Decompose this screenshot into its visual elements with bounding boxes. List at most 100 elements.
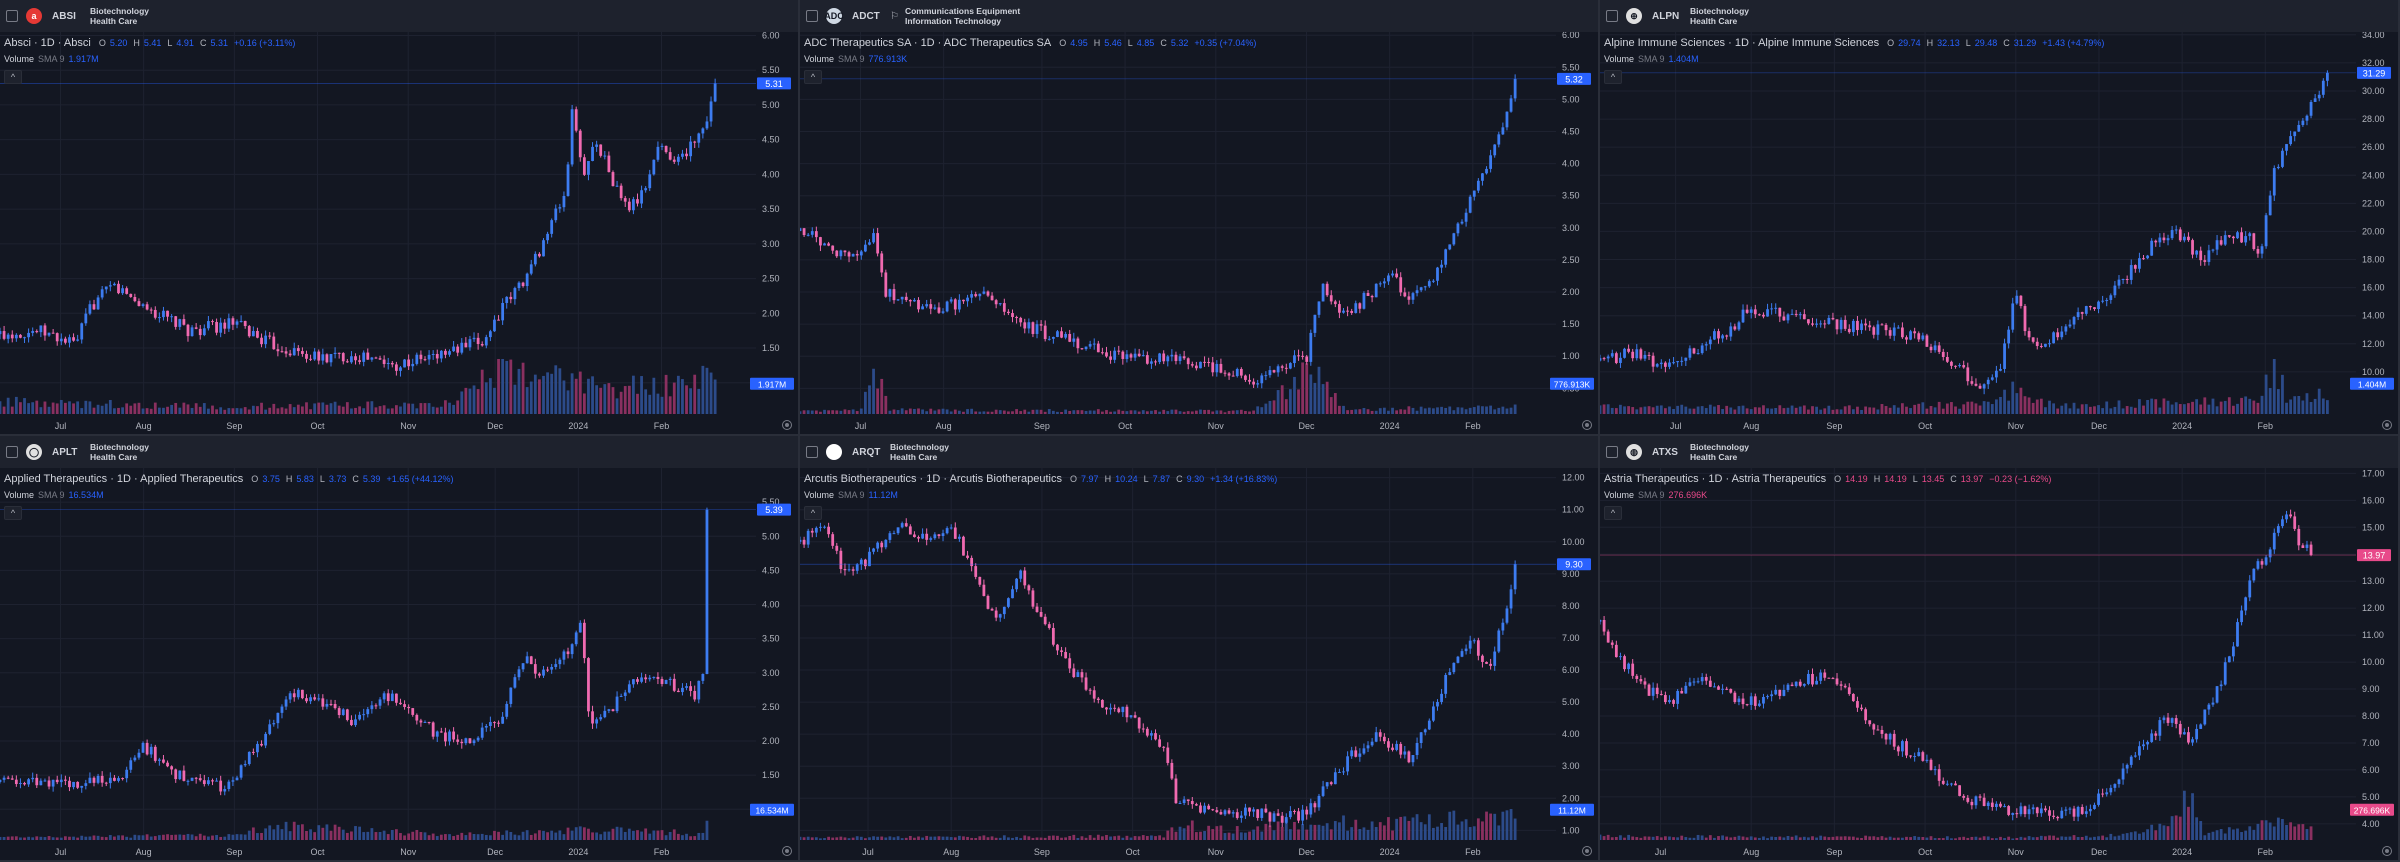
volume-bar (1154, 836, 1157, 840)
chart-pane-absi[interactable]: aABSIBiotechnologyHealth Care1.001.502.0… (0, 0, 800, 436)
candle-body (2060, 331, 2064, 338)
y-tick-label: 5.00 (1562, 697, 1580, 707)
candle-body (1770, 694, 1774, 697)
volume-bar (1423, 824, 1427, 840)
price-chart[interactable]: 1.001.502.002.503.003.504.004.505.005.50… (0, 468, 800, 862)
select-checkbox[interactable] (1606, 10, 1618, 22)
candle-body (2080, 807, 2084, 814)
volume-bar (1790, 836, 1794, 840)
volume-bar (497, 359, 500, 414)
collapse-legend-button[interactable]: ^ (4, 506, 22, 520)
volume-bar (859, 408, 863, 414)
select-checkbox[interactable] (806, 10, 818, 22)
collapse-legend-button[interactable]: ^ (1604, 506, 1622, 520)
chart-pane-arqt[interactable]: ARQT Biotechnology Health Care 1.00 2.00 3.00… (800, 436, 1600, 862)
chart-pane-alpn[interactable]: ⊕ ALPN Biotechnology Health Care 10.00 12.00 1… (1600, 0, 2400, 436)
volume-bar (464, 387, 468, 414)
volume-bar (1199, 831, 1202, 840)
candle-body (611, 709, 615, 712)
volume-bar (480, 369, 484, 414)
settings-icon[interactable] (1582, 420, 1592, 430)
x-tick-label: Aug (936, 421, 952, 431)
chart-pane-adct[interactable]: ADC ADCT ⚐ Communications Equipment Informat… (800, 0, 1600, 436)
volume-bar (689, 388, 693, 414)
volume-bar (1827, 405, 1831, 414)
volume-bar (1432, 827, 1435, 840)
select-checkbox[interactable] (6, 446, 18, 458)
candle-body (2321, 80, 2325, 95)
volume-bar (2199, 821, 2203, 840)
volume-bar (615, 826, 619, 840)
volume-bar (100, 836, 104, 840)
candle-body (207, 321, 210, 329)
candle-body (415, 354, 419, 364)
candle-body (2236, 622, 2239, 647)
candle-body (231, 318, 235, 325)
volume-bar (1125, 411, 1129, 414)
y-tick-label: 9.00 (2362, 684, 2380, 694)
volume-bar (1868, 836, 1872, 840)
price-chart[interactable]: 1.001.502.002.503.003.504.004.505.005.50… (0, 32, 800, 436)
price-chart[interactable]: 0.501.001.502.002.503.003.504.004.505.00… (800, 32, 1600, 436)
candle-body (251, 751, 255, 753)
candle-body (1101, 699, 1104, 708)
collapse-legend-button[interactable]: ^ (804, 506, 822, 520)
volume-bar (1819, 835, 1823, 840)
settings-icon[interactable] (2382, 420, 2392, 430)
volume-bar (72, 836, 75, 840)
candle-body (2003, 343, 2006, 369)
price-chart[interactable]: 1.002.003.004.005.006.007.008.009.0010.0… (800, 468, 1600, 862)
candle-body (444, 350, 447, 355)
candle-body (488, 331, 492, 338)
volume-bar (1937, 401, 1941, 414)
candle-body (1864, 709, 1868, 721)
candle-body (689, 141, 693, 157)
collapse-legend-button[interactable]: ^ (804, 70, 822, 84)
volume-bar (819, 411, 822, 414)
collapse-legend-button[interactable]: ^ (1604, 70, 1622, 84)
volume-bar (884, 837, 888, 840)
chart-pane-atxs[interactable]: ◍ ATXS Biotechnology Health Care 4.00 5.00 6.0… (1600, 436, 2400, 862)
select-checkbox[interactable] (6, 10, 18, 22)
candle-body (1407, 751, 1411, 763)
volume-bar (1663, 408, 1667, 414)
volume-bar (1329, 397, 1333, 414)
price-chart[interactable]: 4.005.006.007.008.009.0010.0011.0012.001… (1600, 468, 2400, 862)
candle-body (1031, 590, 1035, 607)
chart-pane-aplt[interactable]: ◯APLTBiotechnologyHealth Care1.001.502.0… (0, 436, 800, 862)
y-tick-label: 1.50 (762, 770, 780, 780)
candle-body (1872, 327, 1876, 335)
volume-bar (452, 404, 455, 414)
candle-body (595, 144, 599, 147)
candle-body (810, 231, 814, 235)
candle-body (693, 690, 697, 700)
candle-body (1827, 677, 1831, 679)
select-checkbox[interactable] (1606, 446, 1618, 458)
select-checkbox[interactable] (806, 446, 818, 458)
candle-body (1252, 809, 1255, 812)
settings-icon[interactable] (1582, 846, 1592, 856)
volume-bar (2162, 398, 2166, 414)
settings-icon[interactable] (782, 846, 792, 856)
candle-body (656, 146, 660, 160)
volume-bar (1676, 405, 1680, 414)
candle-body (529, 656, 533, 665)
settings-icon[interactable] (2382, 846, 2392, 856)
candle-body (174, 316, 178, 327)
volume-bar (855, 836, 859, 840)
volume-bar (1427, 814, 1431, 840)
candle-body (1676, 361, 1680, 363)
candle-body (998, 614, 1002, 618)
volume-bar (1815, 837, 1818, 840)
volume-bar (1366, 829, 1370, 840)
settings-icon[interactable] (782, 420, 792, 430)
candle-body (194, 327, 198, 329)
volume-bar (513, 834, 517, 840)
volume-bar (1145, 411, 1149, 414)
candle-body (1370, 741, 1374, 746)
y-tick-label: 13.00 (2362, 576, 2385, 586)
price-chart[interactable]: 10.0012.0014.0016.0018.0020.0022.0024.00… (1600, 32, 2400, 436)
collapse-legend-button[interactable]: ^ (4, 70, 22, 84)
volume-bar (264, 409, 268, 414)
volume-bar (309, 829, 312, 840)
